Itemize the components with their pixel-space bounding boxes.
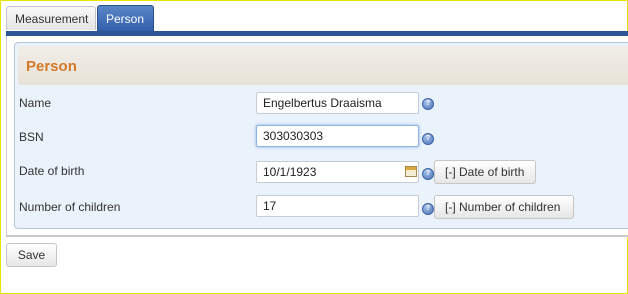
divider xyxy=(6,236,628,237)
calendar-icon[interactable] xyxy=(405,166,417,177)
help-icon[interactable]: ? xyxy=(422,203,434,215)
help-icon[interactable]: ? xyxy=(422,98,434,110)
name-input[interactable] xyxy=(256,92,419,114)
remove-number-of-children-button[interactable]: [-] Number of children xyxy=(434,195,574,219)
panel-title: Person xyxy=(26,58,77,75)
date-of-birth-label: Date of birth xyxy=(19,164,85,178)
name-label: Name xyxy=(19,96,52,110)
date-of-birth-input[interactable] xyxy=(256,161,419,183)
help-icon[interactable]: ? xyxy=(422,133,434,145)
save-button[interactable]: Save xyxy=(6,243,57,267)
remove-date-of-birth-button[interactable]: [-] Date of birth xyxy=(434,160,536,184)
number-of-children-input[interactable] xyxy=(256,195,419,217)
bsn-input[interactable] xyxy=(256,125,419,147)
tab-measurement[interactable]: Measurement xyxy=(6,6,96,30)
bsn-label: BSN xyxy=(19,130,44,144)
panel-header: Person xyxy=(18,46,628,85)
number-of-children-label: Number of children xyxy=(19,200,121,214)
tab-person[interactable]: Person xyxy=(97,5,154,32)
help-icon[interactable]: ? xyxy=(422,168,434,180)
